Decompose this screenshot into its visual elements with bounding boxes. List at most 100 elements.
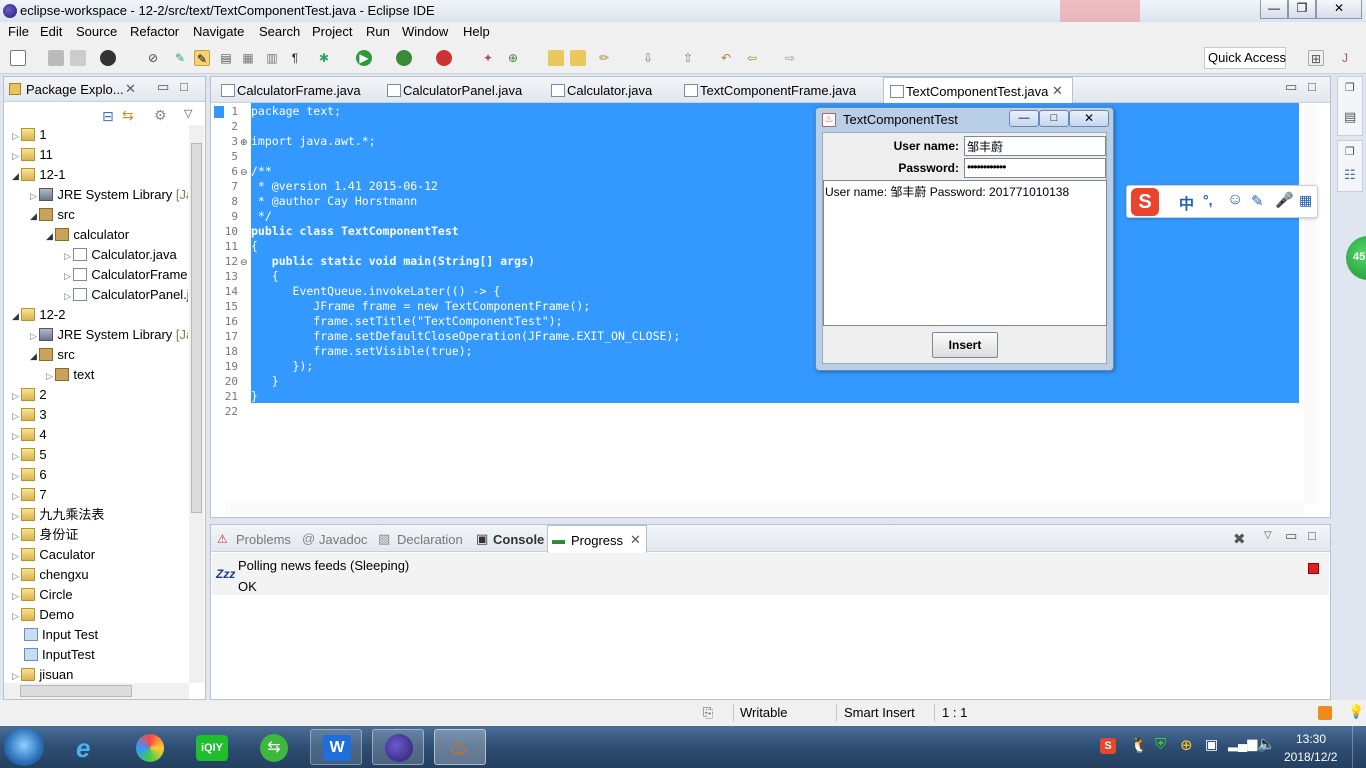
- list-item[interactable]: ▷ Caculator: [12, 545, 95, 565]
- vertical-scrollbar[interactable]: [189, 125, 204, 683]
- new-package-icon[interactable]: ✦: [480, 50, 496, 66]
- quick-access-input[interactable]: Quick Access: [1204, 47, 1286, 69]
- pilcrow-icon[interactable]: ¶: [287, 50, 303, 66]
- search-icon[interactable]: ✏: [596, 50, 612, 66]
- open-perspective-icon[interactable]: ⊞: [1308, 50, 1324, 66]
- close-button[interactable]: ✕: [1316, 0, 1362, 19]
- list-item[interactable]: ▷ 九九乘法表: [12, 505, 104, 525]
- collapse-fold-icon[interactable]: ⊖: [240, 167, 248, 178]
- handwriting-icon[interactable]: ✎: [1251, 192, 1264, 210]
- list-item[interactable]: ▷ 5: [12, 445, 47, 465]
- save-all-icon[interactable]: [70, 50, 86, 66]
- outline-icon[interactable]: ▤: [1344, 109, 1356, 125]
- menu-search[interactable]: Search: [259, 24, 300, 39]
- notification-icon[interactable]: 💡: [1348, 704, 1364, 720]
- rss-icon[interactable]: [1318, 706, 1332, 720]
- tray-date[interactable]: 2018/12/2: [1284, 750, 1337, 764]
- view-menu-icon[interactable]: ▽: [184, 107, 192, 120]
- minimize-button[interactable]: —: [1260, 0, 1288, 19]
- maximize-view-icon[interactable]: □: [1308, 528, 1316, 543]
- taskbar-browser[interactable]: [124, 729, 176, 765]
- minimize-view-icon[interactable]: ▭: [1285, 79, 1297, 95]
- maximize-button[interactable]: ❐: [1288, 0, 1316, 19]
- menu-edit[interactable]: Edit: [40, 24, 62, 39]
- close-icon[interactable]: ✕: [630, 532, 641, 548]
- menu-run[interactable]: Run: [366, 24, 390, 39]
- taskbar-iqiyi[interactable]: iQIY: [186, 729, 238, 765]
- forward-icon[interactable]: ⇨: [782, 50, 798, 66]
- dialog-maximize-button[interactable]: □: [1039, 110, 1069, 127]
- tab-javadoc[interactable]: @ Javadoc: [299, 527, 371, 551]
- package-explorer-title[interactable]: Package Explo...: [26, 82, 124, 97]
- collapse-fold-icon[interactable]: ⊖: [240, 257, 248, 268]
- task-list-icon[interactable]: ☷: [1344, 167, 1356, 183]
- list-item[interactable]: ▷ 1: [12, 125, 47, 145]
- maximize-view-icon[interactable]: □: [1308, 79, 1316, 94]
- floating-widget-badge[interactable]: 45: [1346, 236, 1366, 280]
- coverage-icon[interactable]: [396, 50, 412, 66]
- view-menu-icon[interactable]: ▽: [1264, 530, 1272, 541]
- horizontal-scrollbar[interactable]: [225, 501, 1304, 515]
- list-item[interactable]: InputTest: [24, 645, 95, 665]
- shield-icon[interactable]: ⛨: [1155, 736, 1166, 753]
- device-icon[interactable]: ▣: [1205, 736, 1218, 753]
- tab-declaration[interactable]: ▧ Declaration: [375, 527, 469, 551]
- tab-textcomponentframe[interactable]: TextComponentFrame.java: [678, 79, 883, 103]
- new-icon[interactable]: [10, 50, 26, 66]
- ime-punctuation-toggle[interactable]: °,: [1203, 192, 1213, 208]
- emoji-icon[interactable]: ☺: [1227, 191, 1243, 209]
- stop-icon[interactable]: [1308, 563, 1319, 574]
- qq-tray-icon[interactable]: 🐧: [1130, 736, 1149, 754]
- list-item[interactable]: ▷ CalculatorFrame: [64, 265, 188, 285]
- list-item[interactable]: ▷ jisuan: [12, 665, 73, 683]
- toggle-breakpoint-icon[interactable]: ✎: [172, 50, 188, 66]
- list-item[interactable]: ▷ 7: [12, 485, 47, 505]
- restore-icon[interactable]: ❐: [1345, 145, 1355, 158]
- block-select-icon[interactable]: ▦: [240, 50, 256, 66]
- list-item[interactable]: ▷ Calculator.java: [64, 245, 177, 265]
- sogou-logo-icon[interactable]: S: [1131, 188, 1159, 216]
- taskbar-sync[interactable]: ⇆: [248, 729, 300, 765]
- list-item[interactable]: ▷ Circle: [12, 585, 73, 605]
- list-item[interactable]: ◢ src: [30, 345, 75, 365]
- tab-calculatorframe[interactable]: CalculatorFrame.java: [215, 79, 381, 103]
- list-item[interactable]: ◢ 12-2: [12, 305, 65, 325]
- vertical-scrollbar[interactable]: [1304, 104, 1316, 504]
- profile-icon[interactable]: [100, 50, 116, 66]
- menu-project[interactable]: Project: [312, 24, 352, 39]
- horizontal-scrollbar[interactable]: [4, 683, 189, 699]
- dialog-close-button[interactable]: ✕: [1069, 110, 1109, 127]
- list-item[interactable]: ▷ chengxu: [12, 565, 89, 585]
- maximize-view-icon[interactable]: □: [180, 79, 188, 94]
- collapse-all-icon[interactable]: ⊟: [102, 108, 114, 125]
- prev-annotation-icon[interactable]: ⇧: [680, 50, 696, 66]
- list-item[interactable]: ▷ Demo: [12, 605, 74, 625]
- list-item[interactable]: ▷ 2: [12, 385, 47, 405]
- taskbar-wps[interactable]: W: [310, 729, 362, 765]
- list-item[interactable]: ▷ text: [46, 365, 94, 385]
- network-icon[interactable]: ▂▄▆: [1228, 736, 1257, 752]
- list-item[interactable]: ▷ CalculatorPanel.j: [64, 285, 188, 305]
- menu-window[interactable]: Window: [402, 24, 448, 39]
- restore-icon[interactable]: ❐: [1345, 81, 1355, 94]
- run-icon[interactable]: ▶: [356, 50, 372, 66]
- tab-calculatorpanel[interactable]: CalculatorPanel.java: [381, 79, 547, 103]
- username-field[interactable]: 邹丰蔚: [964, 136, 1106, 156]
- taskbar-ie[interactable]: e: [64, 729, 116, 765]
- list-item[interactable]: ◢ calculator: [46, 225, 129, 245]
- last-edit-icon[interactable]: ↶: [718, 50, 734, 66]
- tab-console[interactable]: ▣ Console: [473, 527, 545, 551]
- next-annotation-icon[interactable]: ⇩: [640, 50, 656, 66]
- tab-problems[interactable]: ⚠ Problems: [213, 527, 297, 551]
- output-textarea[interactable]: User name: 邹丰蔚 Password: 201771010138: [823, 180, 1107, 326]
- menu-source[interactable]: Source: [76, 24, 117, 39]
- start-button[interactable]: [4, 728, 44, 766]
- tab-textcomponenttest[interactable]: TextComponentTest.java ✕: [883, 77, 1073, 104]
- list-item[interactable]: ▷ 4: [12, 425, 47, 445]
- show-whitespace-icon[interactable]: ▥: [264, 50, 280, 66]
- list-item[interactable]: ◢ 12-1: [12, 165, 65, 185]
- list-item[interactable]: ▷ 6: [12, 465, 47, 485]
- list-item[interactable]: ▷ JRE System Library [Ja: [30, 325, 188, 345]
- menu-navigate[interactable]: Navigate: [193, 24, 244, 39]
- dialog-minimize-button[interactable]: —: [1009, 110, 1039, 127]
